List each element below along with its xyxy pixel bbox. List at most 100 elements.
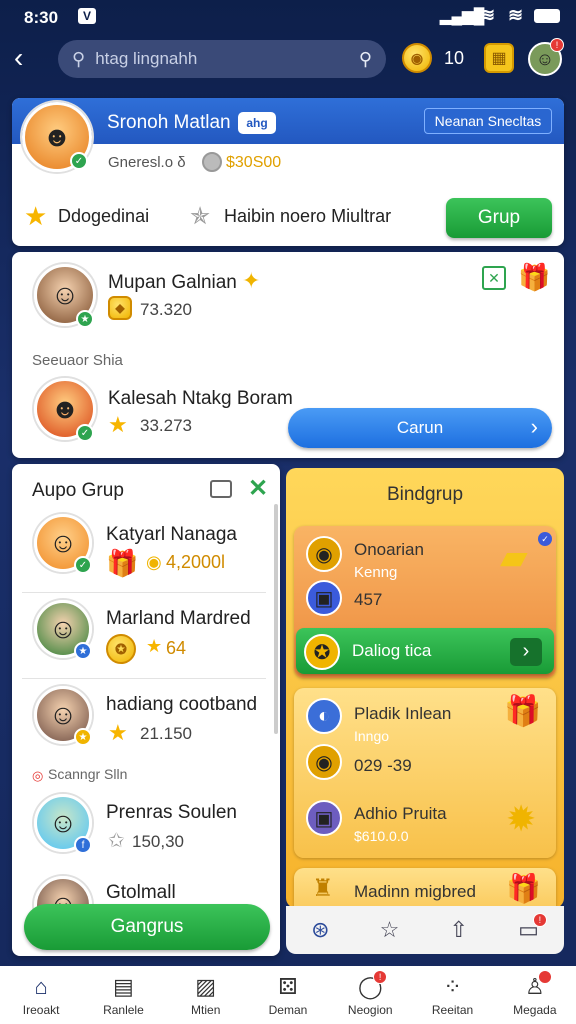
coin-count: 10 [444, 48, 465, 68]
group-join-button[interactable]: Gangrus [24, 904, 270, 950]
featured-row2-name: Kalesah Ntakg Boram [108, 388, 293, 409]
member-name: hadiang cootband [106, 694, 258, 715]
divider [22, 678, 266, 679]
nav-item-grid[interactable]: ⁘ Reeitan [411, 966, 493, 1024]
info-badge-icon: ✓ [538, 532, 552, 546]
grid-icon: ⁘ [443, 973, 462, 999]
chevron-right-icon[interactable]: › [510, 638, 542, 666]
group-list-title: Aupo Grup [32, 480, 124, 501]
status-bar: 8:30 V ▂▄▆█ ≋ ≋ [0, 0, 576, 36]
close-icon[interactable]: ✕ [248, 474, 268, 503]
emblem-icon[interactable]: ⊛ [311, 917, 329, 943]
star-icon: ★ [146, 636, 163, 656]
chat-bubble-icon[interactable]: ▭! [518, 913, 547, 943]
featured-row2-value: 33.273 [140, 416, 192, 435]
nav-label: Mtien [191, 1002, 221, 1017]
featured-row1-value: 73.320 [140, 300, 192, 319]
globe-icon: ◐ [306, 698, 342, 734]
member-value: 64 [166, 638, 187, 658]
battery-icon [534, 9, 560, 23]
member-badge-icon: ✓ [74, 556, 92, 574]
featured-cta-button[interactable]: Carun › [288, 408, 552, 448]
profile-tag: ahg [238, 112, 276, 134]
member-name: Marland Mardred [106, 608, 251, 629]
notification-badge: ! [550, 38, 564, 52]
member-badge-icon-1: ★ [76, 310, 94, 328]
nav-item-box[interactable]: ▨ Mtien [165, 966, 247, 1024]
notification-badge: ! [373, 970, 388, 984]
search-placeholder: htag lingnahh [95, 49, 198, 68]
search-submit-icon[interactable]: ⚲ [359, 49, 372, 70]
search-icon: ⚲ [72, 48, 86, 69]
nav-item-dice[interactable]: ⚄ Deman [247, 966, 329, 1024]
section-icon: ◎ [32, 768, 44, 783]
member-badge-icon-2: ✓ [76, 424, 94, 442]
cta-label: Carun [396, 418, 444, 437]
featured-panel: ☺ ★ Mupan Galnian ✦ ◆ 73.320 ✕ 🎁 Seeuaor… [12, 252, 564, 458]
share-icon[interactable]: ✕ [482, 266, 506, 290]
profile-action-button[interactable]: Neanan Snecltas [424, 108, 552, 134]
gift-icon: 🎁 [506, 873, 541, 904]
coin-pot-icon: ◉ [306, 536, 342, 572]
card1-subtitle: Kenng [354, 564, 398, 581]
divider [22, 592, 266, 593]
reward-card-1[interactable]: ◉ Onoarian Kenng ▣ 457 ▰ ✓ Daliog tica ✪… [294, 526, 556, 678]
group-list-panel: Aupo Grup ✕ ☺ ✓ Katyarl Nanaga 🎁 ◉ 4,200… [12, 464, 280, 956]
card1-title: Onoarian [354, 540, 424, 559]
member-name: Gtolmall [106, 882, 176, 903]
gift-icon[interactable]: 🎁 [518, 262, 550, 293]
nav-item-profile[interactable]: ♙ Megada [494, 966, 576, 1024]
wifi-icon: ≋ [480, 5, 496, 25]
notification-badge [537, 970, 552, 984]
signal-icon: ▂▄▆█ [440, 8, 485, 25]
list-item[interactable]: ☺ ✓ Katyarl Nanaga 🎁 ◉ 4,2000l [12, 508, 272, 592]
list-item[interactable]: ☺ f Prenras Soulen ✩ 150,30 [12, 788, 272, 862]
nav-label: Ranlele [103, 1002, 144, 1017]
gift-box-icon: ▣ [306, 580, 342, 616]
card2-subtitle: Inngo [354, 728, 390, 744]
member-value: 4,2000l [166, 552, 226, 572]
present-icon: ▣ [306, 800, 342, 836]
nav-item-chat[interactable]: ◯ ! Neogion [329, 966, 411, 1024]
group-rewards-panel: Bindgrup ◉ Onoarian Kenng ▣ 457 ▰ ✓ Dali… [286, 468, 564, 908]
medal-icon: ✪ [304, 634, 340, 670]
member-badge-icon: ★ [74, 728, 92, 746]
member-name: Katyarl Nanaga [106, 524, 237, 545]
info-icon[interactable] [210, 480, 232, 498]
gift-icon: 🎁 [504, 695, 542, 728]
search-input[interactable]: ⚲ htag lingnahh ⚲ [58, 40, 386, 78]
profile-panel: ☻ ✓ Sronoh Matlan ahg Neanan Snecltas Gn… [12, 98, 564, 246]
nav-item-cards[interactable]: ▤ Ranlele [82, 966, 164, 1024]
badge-star-icon: ✯ [190, 203, 211, 230]
star-outline-icon[interactable]: ☆ [380, 917, 400, 943]
list-item[interactable]: ☺ ★ Marland Mardred ✪ ★ 64 [12, 594, 272, 678]
card3-value: $610.0.0 [354, 828, 409, 844]
nav-label: Deman [268, 1002, 308, 1017]
star-outline-icon: ✩ [108, 830, 125, 852]
rewards-toolbar: ⊛ ☆ ⇧ ▭! [286, 906, 564, 954]
featured-section-label: Seeuaor Shia [32, 352, 123, 369]
card1-value: 457 [354, 590, 383, 609]
star-label: Ddogedinai [58, 206, 150, 226]
shop-icon[interactable]: ▦ [484, 43, 514, 73]
coin-icon: ◉ [402, 43, 432, 73]
reward-card-4[interactable]: ♜ Madinn migbred 🎁 [294, 868, 556, 908]
member-value: 21.150 [140, 724, 192, 743]
home-icon: ⌂ [34, 973, 48, 999]
upload-icon[interactable]: ⇧ [450, 917, 468, 943]
member-badge-icon: f [74, 836, 92, 854]
back-icon[interactable]: ‹ [14, 44, 23, 72]
reward-card-2[interactable]: ◐ Pladik Inlean Inngo 🎁 ◉ 029 -39 ▣ Adhi… [294, 688, 556, 858]
trophy-icon: ✦ [242, 268, 261, 293]
mission-label: Haibin noero Miultrar [224, 206, 392, 226]
status-time: 8:30 [24, 8, 59, 27]
nav-label: Neogion [347, 1002, 393, 1017]
list-item[interactable]: ☺ ★ hadiang cootband ★ 21.150 [12, 680, 272, 764]
group-button[interactable]: Grup [446, 198, 552, 238]
coin-pot-icon: ◉ [306, 744, 342, 780]
cards-icon: ▤ [113, 973, 134, 999]
gold-bars-icon: ▰ [500, 536, 528, 577]
nav-item-home[interactable]: ⌂ Ireoakt [0, 966, 82, 1024]
scrollbar[interactable] [274, 504, 278, 734]
star-icon: ★ [24, 201, 48, 231]
